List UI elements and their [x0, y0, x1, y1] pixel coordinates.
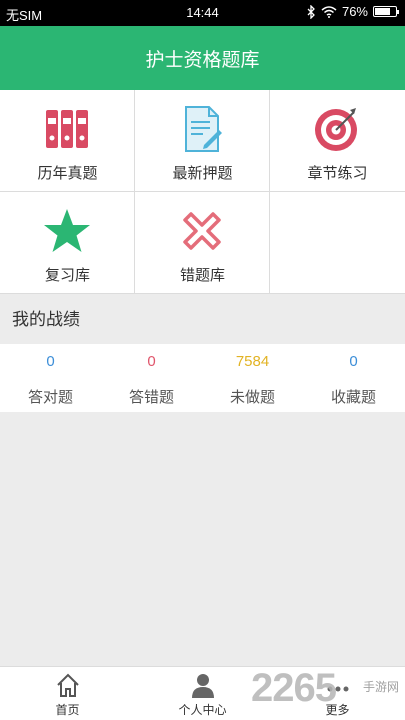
grid-item-latest-predictions[interactable]: 最新押题	[135, 90, 270, 192]
home-icon	[57, 673, 79, 697]
star-icon	[44, 209, 90, 252]
grid-item-past-exams[interactable]: 历年真题	[0, 90, 135, 192]
stat-wrong[interactable]: 0 答错题	[101, 344, 202, 412]
nav-home[interactable]: 首页	[0, 667, 135, 720]
stats-row: 0 答对题 0 答错题 7584 未做题 0 收藏题	[0, 344, 405, 412]
document-edit-icon	[185, 106, 222, 152]
grid-item-label: 章节练习	[307, 165, 368, 182]
stat-value: 7584	[235, 353, 270, 370]
battery-icon	[373, 6, 399, 17]
cross-icon	[183, 212, 221, 250]
section-title: 我的战绩	[0, 296, 405, 344]
grid-item-chapter-practice[interactable]: 章节练习	[270, 90, 405, 192]
nav-label: 个人中心	[178, 703, 227, 717]
grid-item-wrong-answers[interactable]: 错题库	[135, 192, 270, 294]
binders-icon	[46, 110, 88, 148]
stat-label: 答错题	[128, 389, 174, 406]
stat-label: 收藏题	[330, 389, 376, 406]
stat-label: 答对题	[27, 389, 73, 406]
grid-item-label: 复习库	[44, 267, 90, 284]
stat-label: 未做题	[229, 389, 275, 406]
page-title: 护士资格题库	[145, 49, 260, 71]
grid-item-review-bank[interactable]: 复习库	[0, 192, 135, 294]
bluetooth-icon	[307, 4, 315, 19]
battery-percent: 76%	[341, 4, 368, 19]
grid-item-label: 错题库	[179, 267, 225, 284]
watermark: 2265 手游网	[251, 664, 401, 720]
person-icon	[192, 674, 214, 698]
nav-profile[interactable]: 个人中心	[135, 667, 270, 720]
content-empty-area	[0, 412, 405, 665]
watermark-number: 2265	[251, 666, 337, 710]
feature-grid: 历年真题 最新押题 章节练习 复习库 错题库	[0, 90, 405, 294]
grid-item-label: 最新押题	[172, 165, 233, 182]
nav-label: 首页	[55, 703, 80, 717]
grid-item-label: 历年真题	[37, 165, 98, 182]
grid-empty-cell	[270, 192, 405, 294]
app-header: 护士资格题库	[0, 26, 405, 90]
battery-level	[375, 8, 391, 15]
stat-value: 0	[147, 353, 156, 370]
stat-value: 0	[46, 353, 55, 370]
status-bar: 无SIM 14:44 76%	[0, 0, 405, 26]
status-indicators: 76%	[307, 4, 399, 19]
stat-favorites[interactable]: 0 收藏题	[303, 344, 404, 412]
wifi-icon	[321, 5, 337, 18]
target-icon	[315, 108, 357, 151]
stat-value: 0	[349, 353, 358, 370]
watermark-text: 手游网	[362, 680, 399, 694]
stat-correct[interactable]: 0 答对题	[0, 344, 101, 412]
stat-undone[interactable]: 7584 未做题	[202, 344, 303, 412]
